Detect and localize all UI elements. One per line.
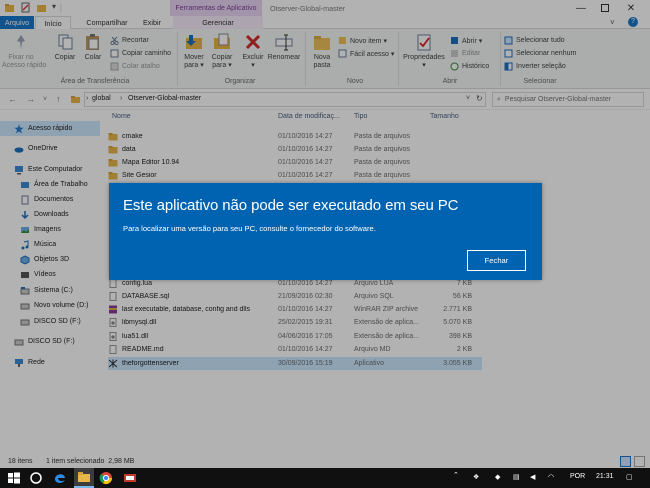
dialog-message: Para localizar uma versão para seu PC, c… [123,224,376,233]
chrome-icon[interactable] [98,470,114,486]
close-dialog-button[interactable]: Fechar [467,250,526,271]
dropbox-tray-icon[interactable]: ❖ [473,473,479,481]
volume-tray-icon[interactable]: ◀ [530,473,535,481]
edge-browser-icon[interactable] [52,470,68,486]
dialog-title: Este aplicativo não pode ser executado e… [123,197,459,214]
network-tray-icon[interactable]: ▤ [513,473,520,481]
wifi-tray-icon[interactable]: ◠ [548,473,554,481]
tray-overflow-icon[interactable]: ⌃ [453,471,459,479]
action-center-icon[interactable]: ▢ [626,473,633,481]
file-explorer-taskbar-icon[interactable] [74,468,94,488]
application-taskbar-icon[interactable] [122,470,138,486]
windows-start-icon[interactable] [6,470,22,486]
antivirus-tray-icon[interactable]: ◆ [495,473,500,481]
clock[interactable]: 21:31 [596,473,614,480]
language-indicator[interactable]: POR [570,473,585,480]
cortana-circle-icon[interactable] [28,470,44,486]
